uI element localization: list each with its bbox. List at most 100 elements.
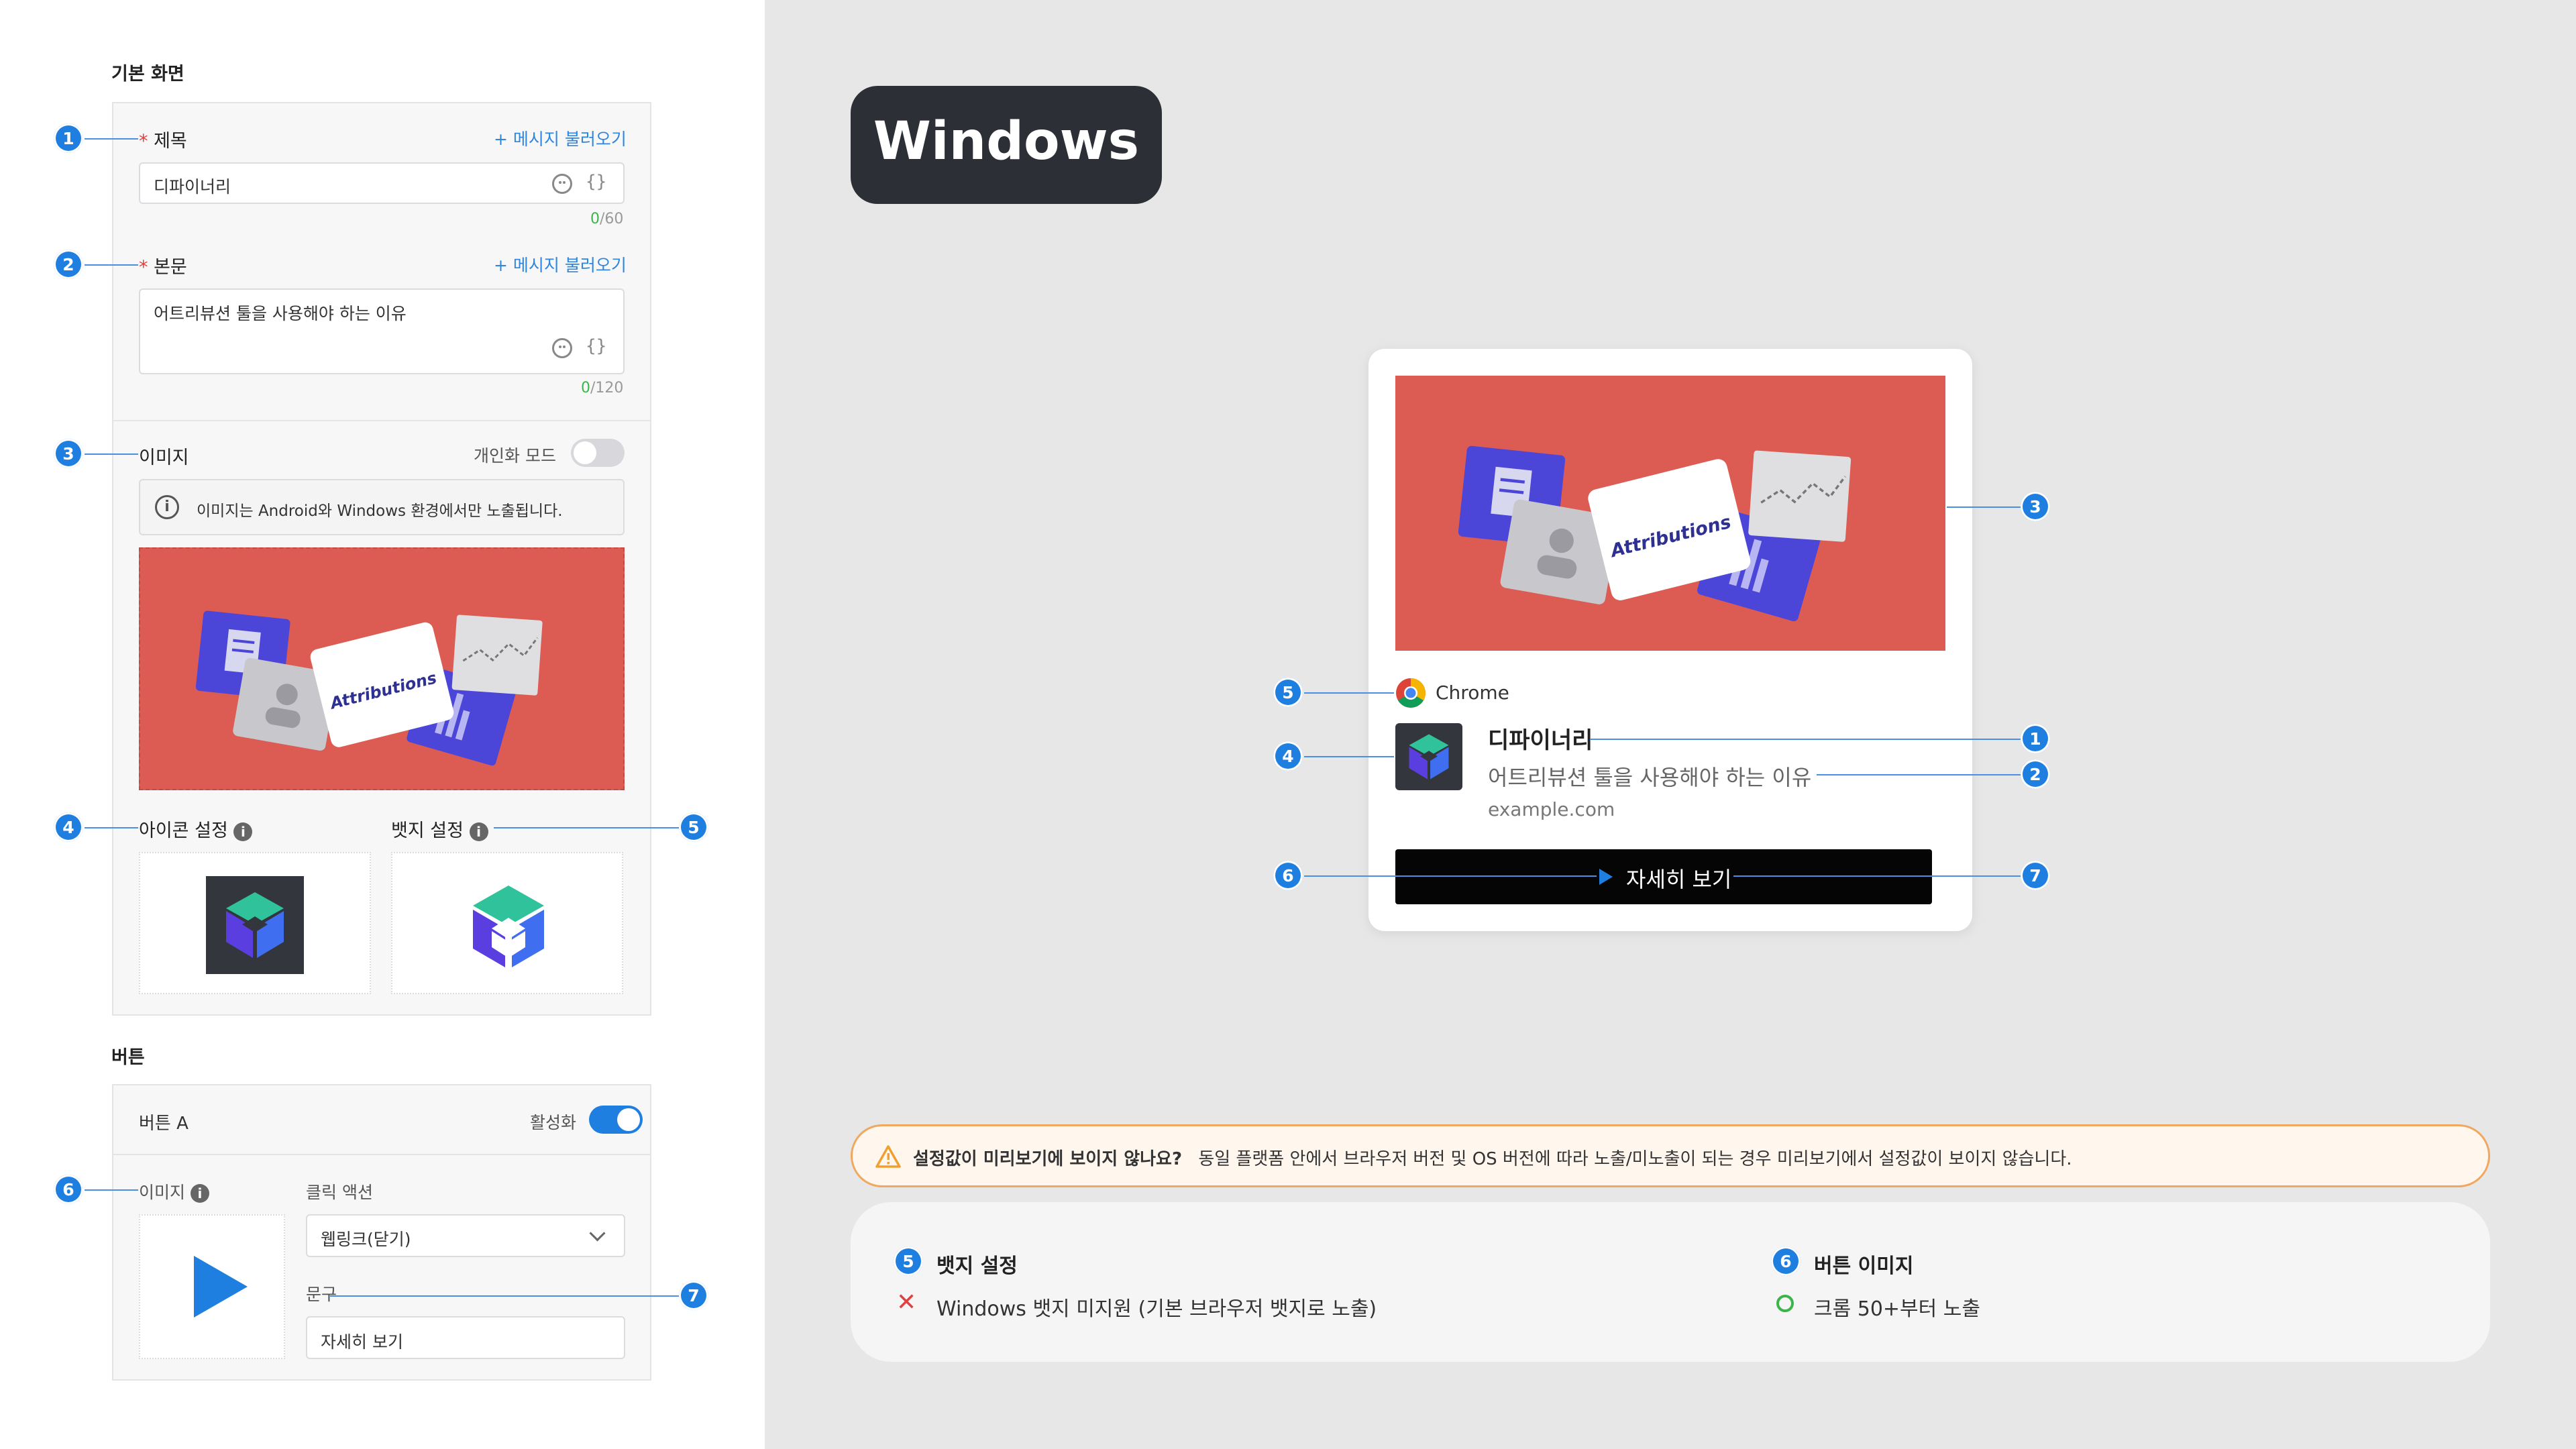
personal-mode-toggle[interactable] <box>571 439 625 467</box>
info-badge-desc: Windows 뱃지 미지원 (기본 브라우저 뱃지로 노출) <box>936 1297 1377 1321</box>
required-mark: * <box>139 257 148 278</box>
connector-line <box>494 827 680 828</box>
activate-label: 활성화 <box>530 1113 577 1132</box>
connector-line <box>85 138 138 140</box>
activate-toggle[interactable] <box>589 1106 643 1134</box>
marker-7: 7 <box>2021 861 2050 890</box>
preview-banner-image: Attributions <box>1395 376 1945 651</box>
chevron-down-icon <box>589 1225 606 1242</box>
marker-5: 5 <box>894 1246 923 1276</box>
preview-title: 디파이너리 <box>1488 727 1593 754</box>
marker-4: 4 <box>1273 741 1303 771</box>
preview-browser-name: Chrome <box>1436 682 1509 704</box>
click-action-label: 클릭 액션 <box>306 1183 373 1202</box>
preview-body: 어트리뷰션 툴을 사용해야 하는 이유 <box>1488 765 1812 790</box>
connector-line <box>1304 692 1394 694</box>
preview-url: example.com <box>1488 798 1615 820</box>
button-a-label: 버튼 A <box>139 1114 189 1134</box>
click-action-value: 웹링크(닫기) <box>321 1230 411 1249</box>
required-mark: * <box>139 131 148 152</box>
button-image-upload-box[interactable] <box>139 1214 285 1359</box>
click-action-select[interactable]: 웹링크(닫기) <box>306 1214 625 1257</box>
marker-3: 3 <box>2021 492 2050 521</box>
marker-2: 2 <box>2021 759 2050 789</box>
marker-5: 5 <box>679 812 708 842</box>
title-load-message-link[interactable]: + 메시지 불러오기 <box>494 126 627 150</box>
image-notice-box: i 이미지는 Android와 Windows 환경에서만 노출됩니다. <box>139 479 625 535</box>
preview-notice-banner: 설정값이 미리보기에 보이지 않나요? 동일 플랫폼 안에서 브라우저 버전 및… <box>851 1124 2490 1187</box>
app-icon-image <box>206 876 304 974</box>
variable-braces-icon[interactable]: {} <box>586 172 606 192</box>
connector-line <box>1304 756 1394 757</box>
notice-strong-text: 설정값이 미리보기에 보이지 않나요? <box>913 1149 1183 1169</box>
marker-1: 1 <box>2021 724 2050 753</box>
marker-6: 6 <box>1771 1246 1801 1276</box>
platform-title: Windows <box>873 111 1140 172</box>
title-label: * 제목 <box>139 126 187 152</box>
button-image-label: 이미지 i <box>139 1179 209 1203</box>
phrase-input-value: 자세히 보기 <box>321 1332 403 1352</box>
marker-6: 6 <box>1273 861 1303 890</box>
icon-setting-label: 아이콘 설정 i <box>139 816 253 842</box>
title-input[interactable]: 디파이너리 {} <box>139 162 625 204</box>
warning-icon <box>875 1145 901 1168</box>
notice-text: 설정값이 미리보기에 보이지 않나요? 동일 플랫폼 안에서 브라우저 버전 및… <box>913 1145 2072 1170</box>
banner-image-upload[interactable]: Attributions <box>139 547 625 790</box>
info-badge-title: 뱃지 설정 <box>936 1254 1018 1278</box>
variable-braces-icon[interactable]: {} <box>586 336 606 356</box>
info-circle-icon: i <box>155 495 179 519</box>
info-icon[interactable]: i <box>469 822 488 841</box>
title-label-text: 제목 <box>154 131 187 152</box>
preview-action-button-label: 자세히 보기 <box>1626 867 1732 892</box>
body-load-message-link[interactable]: + 메시지 불러오기 <box>494 252 627 276</box>
marker-2: 2 <box>54 250 83 279</box>
connector-line <box>1817 774 2034 775</box>
body-textarea-value: 어트리뷰션 툴을 사용해야 하는 이유 <box>154 304 407 323</box>
emoji-icon[interactable] <box>552 174 572 194</box>
chrome-icon <box>1396 678 1426 708</box>
connector-line <box>85 1189 138 1191</box>
section-button-title: 버튼 <box>111 1047 145 1068</box>
image-label: 이미지 <box>139 447 189 468</box>
marker-4: 4 <box>54 812 83 842</box>
x-mark-icon: ✕ <box>896 1289 917 1316</box>
connector-line <box>85 827 138 828</box>
divider <box>113 420 650 421</box>
info-button-title: 버튼 이미지 <box>1814 1254 1914 1278</box>
body-label-text: 본문 <box>154 257 187 278</box>
marker-7: 7 <box>679 1281 708 1310</box>
badge-cube-icon <box>473 885 544 967</box>
connector-line <box>85 264 138 266</box>
marker-1: 1 <box>54 123 83 153</box>
connector-line <box>85 453 138 455</box>
image-notice-text: 이미지는 Android와 Windows 환경에서만 노출됩니다. <box>197 502 563 520</box>
section-basic-title: 기본 화면 <box>111 64 184 85</box>
attributions-illustration: Attributions <box>1458 445 1851 622</box>
body-textarea[interactable]: 어트리뷰션 툴을 사용해야 하는 이유 {} <box>139 288 625 374</box>
attributions-illustration: Attributions <box>195 610 543 766</box>
play-icon <box>194 1256 248 1318</box>
connector-line <box>1590 739 2034 740</box>
platform-info-box <box>851 1202 2490 1362</box>
preview-app-icon <box>1395 723 1462 790</box>
badge-upload-box[interactable] <box>391 852 623 994</box>
marker-6: 6 <box>54 1175 83 1204</box>
marker-5: 5 <box>1273 678 1303 707</box>
info-icon[interactable]: i <box>190 1184 209 1203</box>
emoji-icon[interactable] <box>552 338 572 358</box>
info-button-desc: 크롬 50+부터 노출 <box>1814 1297 1980 1321</box>
phrase-label: 문구 <box>306 1285 337 1304</box>
cube-logo-icon <box>1409 734 1449 780</box>
notice-desc-text: 동일 플랫폼 안에서 브라우저 버전 및 OS 버전에 따라 노출/미노출이 되… <box>1198 1149 2072 1169</box>
marker-3: 3 <box>54 439 83 468</box>
badge-setting-label: 뱃지 설정 i <box>391 816 488 842</box>
connector-line <box>330 1295 680 1297</box>
title-char-counter: 0/60 <box>590 211 624 227</box>
phrase-input[interactable]: 자세히 보기 <box>306 1316 625 1359</box>
icon-upload-box[interactable] <box>139 852 371 994</box>
info-icon[interactable]: i <box>233 822 253 841</box>
play-icon <box>1599 869 1613 885</box>
body-label: * 본문 <box>139 252 187 278</box>
title-input-value: 디파이너리 <box>154 177 231 197</box>
cube-logo-icon <box>226 892 284 958</box>
